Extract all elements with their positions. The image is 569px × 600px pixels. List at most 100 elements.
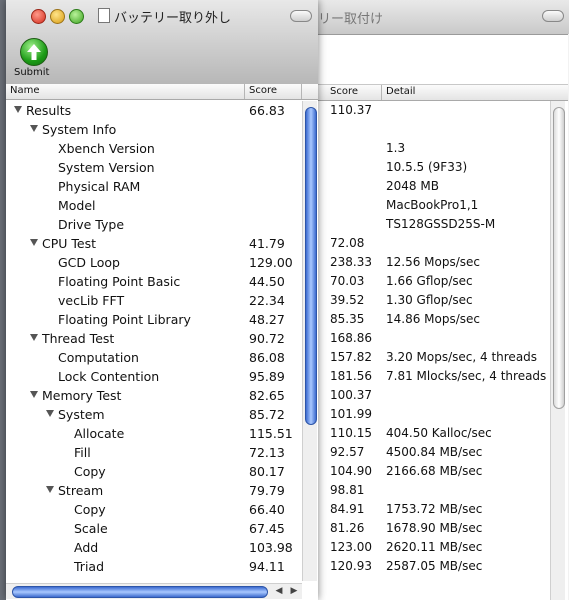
column-header-name[interactable]: Name <box>10 85 40 96</box>
detail-row[interactable]: 123.00 2620.11 MB/sec <box>318 538 569 557</box>
disclosure-triangle-icon[interactable] <box>46 410 54 417</box>
row-score: 48.27 <box>249 312 285 327</box>
outline-row[interactable]: CPU Test 41.79 <box>6 234 302 253</box>
detail-row[interactable]: 110.37 <box>318 101 569 120</box>
minimize-button[interactable] <box>50 9 65 24</box>
outline-row[interactable]: Results 66.83 <box>6 101 302 120</box>
back-window-titlebar: リー取付け <box>318 0 569 35</box>
detail-row[interactable]: TS128GSSD25S-M <box>318 215 569 234</box>
back-scroll-thumb[interactable] <box>553 107 565 409</box>
disclosure-triangle-icon[interactable] <box>30 125 38 132</box>
disclosure-triangle-icon[interactable] <box>46 486 54 493</box>
detail-row[interactable]: 101.99 <box>318 405 569 424</box>
detail-row[interactable]: 98.81 <box>318 481 569 500</box>
outline-row[interactable]: Drive Type <box>6 215 302 234</box>
detail-row[interactable]: 85.35 14.86 Mops/sec <box>318 310 569 329</box>
row-detail: 14.86 Mops/sec <box>386 312 481 326</box>
outline-row[interactable]: Lock Contention 95.89 <box>6 367 302 386</box>
back-vertical-scrollbar[interactable] <box>550 101 565 600</box>
detail-row[interactable]: 238.33 12.56 Mops/sec <box>318 253 569 272</box>
row-score: 103.98 <box>249 540 293 555</box>
row-detail: 1753.72 MB/sec <box>386 502 483 516</box>
disclosure-triangle-icon[interactable] <box>30 239 38 246</box>
detail-row[interactable]: 100.37 <box>318 386 569 405</box>
detail-row[interactable]: 104.90 2166.68 MB/sec <box>318 462 569 481</box>
detail-row[interactable]: MacBookPro1,1 <box>318 196 569 215</box>
detail-row[interactable]: 181.56 7.81 Mlocks/sec, 4 threads <box>318 367 569 386</box>
row-name: Xbench Version <box>58 141 155 156</box>
outline-row[interactable]: Floating Point Library 48.27 <box>6 310 302 329</box>
column-header-score[interactable]: Score <box>330 86 358 97</box>
column-header-score[interactable]: Score <box>249 85 277 96</box>
outline-row[interactable]: System 85.72 <box>6 405 302 424</box>
row-score: 81.26 <box>330 521 365 535</box>
row-detail: 2048 MB <box>386 179 439 193</box>
outline-row[interactable]: Fill 72.13 <box>6 443 302 462</box>
disclosure-triangle-icon[interactable] <box>30 334 38 341</box>
detail-row[interactable]: 10.5.5 (9F33) <box>318 158 569 177</box>
scroll-left-arrow-icon[interactable]: ◀ <box>272 584 286 599</box>
row-score: 22.34 <box>249 293 285 308</box>
row-name: Drive Type <box>58 217 125 232</box>
toolbar-toggle-button[interactable] <box>290 10 312 22</box>
horizontal-scroll-thumb[interactable] <box>12 586 268 598</box>
row-detail: 2166.68 MB/sec <box>386 464 483 478</box>
zoom-button[interactable] <box>69 9 84 24</box>
row-detail: TS128GSSD25S-M <box>386 217 496 231</box>
row-score: 79.79 <box>249 483 285 498</box>
outline-row[interactable]: Stream 79.79 <box>6 481 302 500</box>
disclosure-triangle-icon[interactable] <box>14 106 22 113</box>
submit-button[interactable] <box>20 38 48 66</box>
outline-row[interactable]: Thread Test 90.72 <box>6 329 302 348</box>
outline-row[interactable]: Xbench Version <box>6 139 302 158</box>
outline-row[interactable]: vecLib FFT 22.34 <box>6 291 302 310</box>
row-score: 181.56 <box>330 369 372 383</box>
row-score: 84.91 <box>330 502 365 516</box>
detail-row[interactable]: 2048 MB <box>318 177 569 196</box>
scroll-right-arrow-icon[interactable]: ▶ <box>287 584 301 599</box>
outline-row[interactable]: Scale 67.45 <box>6 519 302 538</box>
detail-row[interactable]: 1.3 <box>318 139 569 158</box>
xbench-window: バッテリー取り外し Submit Name Score Results 66.83… <box>6 0 318 600</box>
vertical-scroll-thumb[interactable] <box>305 107 317 425</box>
row-name: System Version <box>58 160 155 175</box>
detail-row[interactable]: 168.86 <box>318 329 569 348</box>
detail-row[interactable] <box>318 120 569 139</box>
detail-row[interactable]: 39.52 1.30 Gflop/sec <box>318 291 569 310</box>
detail-row[interactable]: 157.82 3.20 Mops/sec, 4 threads <box>318 348 569 367</box>
outline-row[interactable]: GCD Loop 129.00 <box>6 253 302 272</box>
row-score: 95.89 <box>249 369 285 384</box>
window-title: バッテリー取り外し <box>114 11 232 26</box>
outline-row[interactable]: System Info <box>6 120 302 139</box>
disclosure-triangle-icon[interactable] <box>30 391 38 398</box>
row-detail: MacBookPro1,1 <box>386 198 479 212</box>
outline-row[interactable]: Model <box>6 196 302 215</box>
detail-row[interactable]: 92.57 4500.84 MB/sec <box>318 443 569 462</box>
outline-row[interactable]: System Version <box>6 158 302 177</box>
outline-row[interactable]: Computation 86.08 <box>6 348 302 367</box>
row-name: Add <box>74 540 99 555</box>
detail-row[interactable]: 70.03 1.66 Gflop/sec <box>318 272 569 291</box>
detail-row[interactable]: 120.93 2587.05 MB/sec <box>318 557 569 576</box>
detail-row[interactable]: 72.08 <box>318 234 569 253</box>
outline-row[interactable]: Physical RAM <box>6 177 302 196</box>
back-results-list: 110.37 1.3 10.5.5 (9F33) 2048 MB MacBookPro1… <box>318 101 569 576</box>
outline-row[interactable]: Floating Point Basic 44.50 <box>6 272 302 291</box>
column-header-detail[interactable]: Detail <box>386 86 415 97</box>
outline-row[interactable]: Memory Test 82.65 <box>6 386 302 405</box>
outline-row[interactable]: Allocate 115.51 <box>6 424 302 443</box>
vertical-scrollbar[interactable] <box>302 101 317 581</box>
detail-row[interactable]: 84.91 1753.72 MB/sec <box>318 500 569 519</box>
detail-row[interactable]: 81.26 1678.90 MB/sec <box>318 519 569 538</box>
toolbar-toggle-button[interactable] <box>542 10 564 22</box>
detail-row[interactable]: 110.15 404.50 Kalloc/sec <box>318 424 569 443</box>
horizontal-scrollbar[interactable]: ◀ ▶ <box>6 583 302 599</box>
outline-row[interactable]: Add 103.98 <box>6 538 302 557</box>
outline-row[interactable]: Copy 80.17 <box>6 462 302 481</box>
outline-row[interactable]: Copy 66.40 <box>6 500 302 519</box>
row-score: 90.72 <box>249 331 285 346</box>
outline-row[interactable]: Triad 94.11 <box>6 557 302 576</box>
close-button[interactable] <box>31 9 46 24</box>
row-detail: 4500.84 MB/sec <box>386 445 483 459</box>
row-detail: 1.66 Gflop/sec <box>386 274 473 288</box>
